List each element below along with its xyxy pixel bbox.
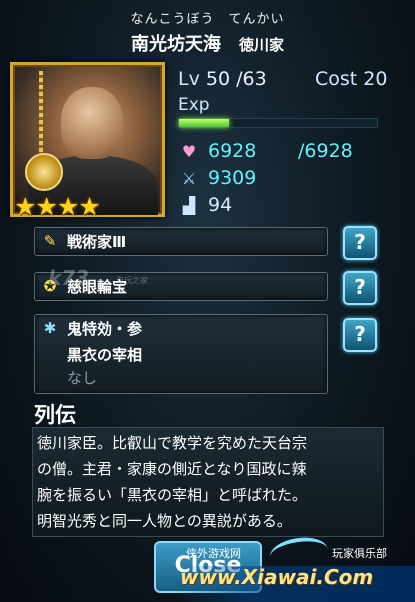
skill-title: 黒衣の宰相 [67,346,143,364]
hp-max: /6928 [298,140,353,162]
biography-line: 腕を振るい「黒衣の宰相」と呼ばれた。 [37,486,308,504]
xiawai-watermark: www.Xiawai.Com [180,565,374,589]
biography-box: 徳川家臣。比叡山で教学を究めた天台宗 の僧。主君・家康の側近となり国政に辣 腕を… [32,427,384,537]
portrait-medal [25,153,63,191]
exp-label: Exp [178,95,210,115]
hp-value: 6928 [208,140,257,162]
cost-value: 20 [363,68,388,90]
k73-watermark-url: .com [80,287,100,296]
heart-icon: ♥ [181,142,197,161]
special-attack-icon: ✱ [43,319,57,337]
portrait-head [61,87,123,159]
cost-label: Cost [315,68,358,90]
xiawai-watermark-left: 侠外游戏网 [186,547,241,560]
speed-value: 94 [208,194,233,216]
skill-slot-1[interactable]: ✎ 戦術家Ⅲ [34,227,328,256]
exp-bar [178,118,378,128]
level-label: Lv [178,68,200,90]
level-display: Lv 50 /63 [178,68,267,90]
speed-stat: ▟ 94 [178,194,232,216]
biography-line: 明智光秀と同一人物との異説がある。 [37,512,292,530]
help-button-skill-1[interactable]: ? [343,226,377,260]
boot-icon: ▟ [182,196,196,215]
clan-name: 徳川家 [238,36,284,54]
cost-display: Cost 20 [315,68,387,90]
biography-line: の僧。主君・家康の側近となり国政に辣 [37,460,307,478]
hp-stat: ♥ 6928 [178,140,257,162]
biography-title: 列伝 [34,403,76,427]
skill-extra: なし [67,369,98,387]
xiawai-watermark-right: 玩家俱乐部 [332,547,387,560]
level-value: 50 /63 [205,68,267,90]
skill-slot-3[interactable]: ✱ 鬼特効・参 黒衣の宰相 なし [34,314,328,394]
rarity-stars: ★★★★ [14,192,101,221]
help-button-skill-2[interactable]: ? [343,271,377,305]
skill-label: 鬼特効・参 [67,320,143,338]
exp-bar-fill [179,119,229,127]
skill-label: 戦術家Ⅲ [67,233,127,251]
tactician-icon: ✎ [43,232,57,250]
help-button-skill-3[interactable]: ? [343,318,377,352]
attack-stat: ⚔ 9309 [178,167,257,189]
sword-icon: ⚔ [181,169,197,188]
name-ruby: なんこうぼう てんかい [130,12,285,27]
portrait-chain [39,71,43,155]
biography-line: 徳川家臣。比叡山で教学を究めた天台宗 [37,434,308,452]
attack-value: 9309 [208,167,257,189]
character-name-row: 南光坊天海 徳川家 [0,30,415,56]
k73-watermark-cn: 电玩之家 [116,276,148,285]
character-name: 南光坊天海 [130,34,221,55]
